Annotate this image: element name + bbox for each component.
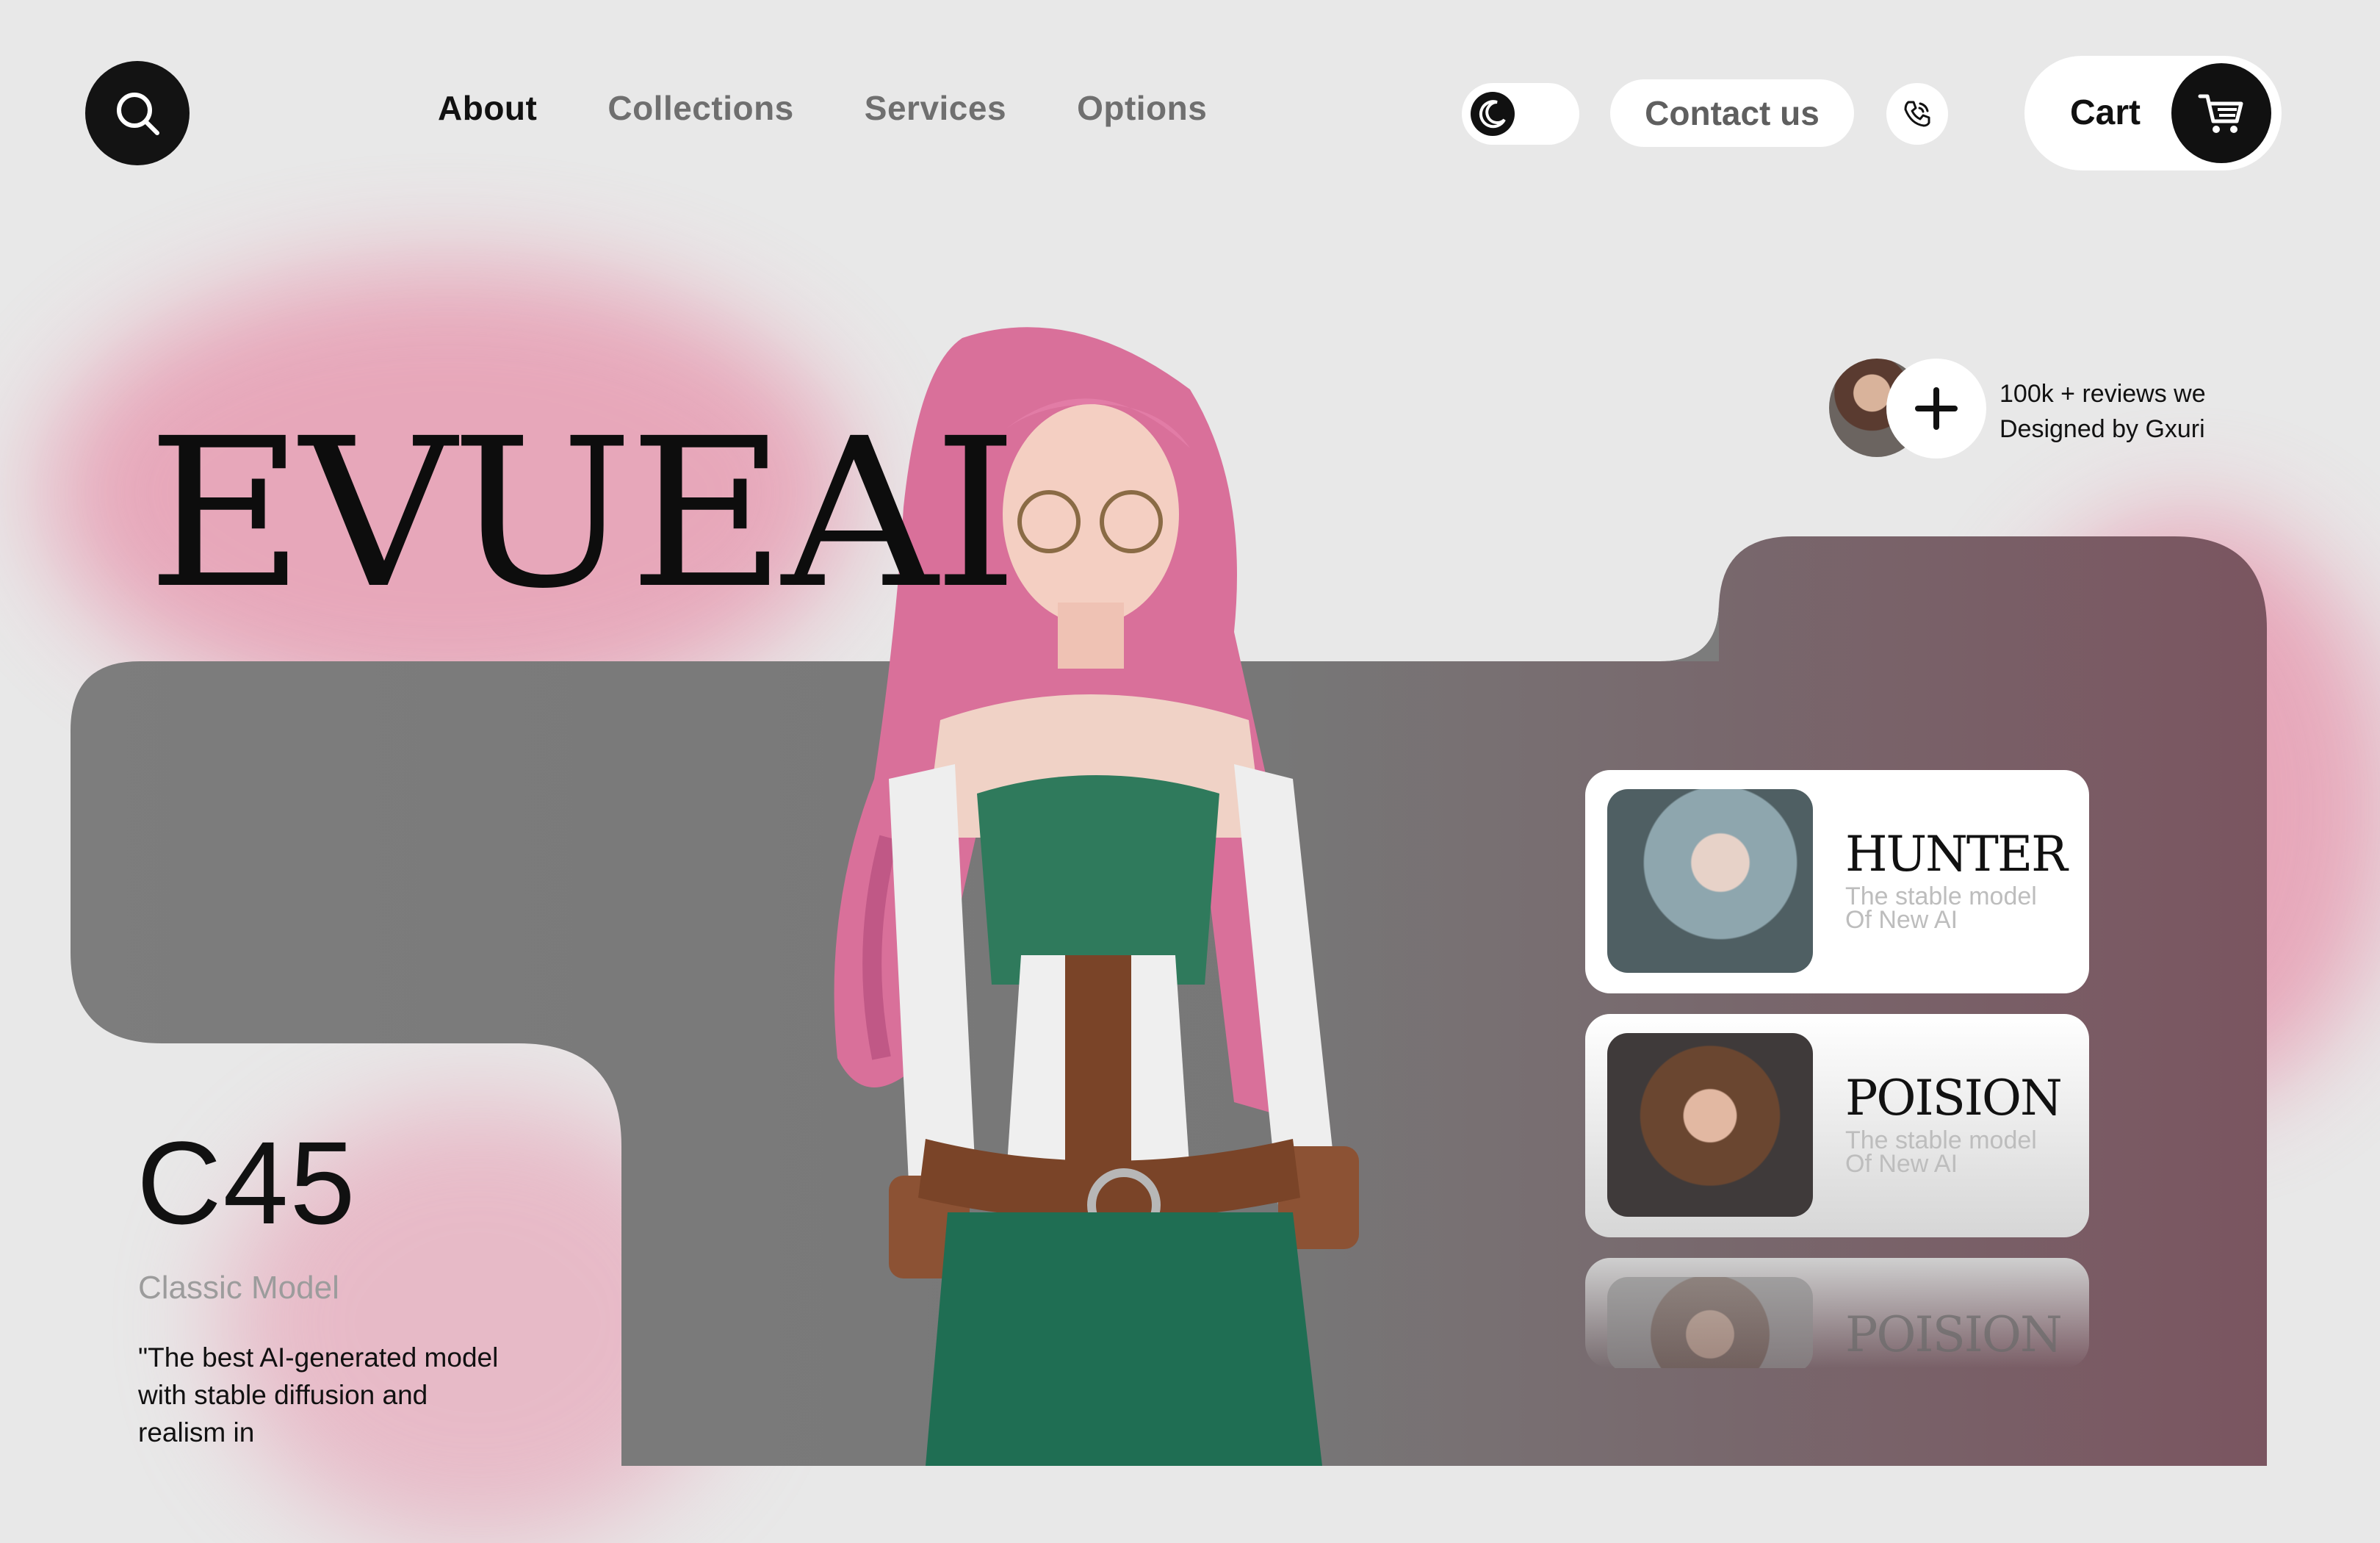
model-quote: "The best AI-generated model with stable… — [138, 1342, 499, 1447]
reviews-text: 100k + reviews we Designed by Gxuri — [1999, 376, 2249, 447]
nav-item-options[interactable]: Options — [1077, 88, 1207, 128]
moon-icon — [1479, 100, 1506, 129]
contact-us-button[interactable]: Contact us — [1610, 79, 1854, 147]
model-card-faded[interactable]: POISION — [1585, 1258, 2089, 1368]
model-type: Classic Model — [138, 1270, 339, 1306]
model-subtitle: The stable model Of New AI — [1845, 1126, 2037, 1178]
plus-icon — [1915, 387, 1958, 430]
main-nav: About Collections Services Options — [438, 88, 1207, 128]
model-card-poision[interactable]: POISION The stable model Of New AI — [1585, 1014, 2089, 1237]
nav-item-collections[interactable]: Collections — [607, 88, 793, 128]
cart-icon — [2198, 94, 2243, 133]
nav-item-services[interactable]: Services — [865, 88, 1006, 128]
model-thumbnail — [1607, 1277, 1813, 1368]
cart-label: Cart — [2070, 93, 2141, 132]
toggle-knob — [1471, 92, 1515, 136]
model-code: C45 — [137, 1117, 357, 1248]
model-card-hunter[interactable]: HUNTER The stable model Of New AI — [1585, 770, 2089, 993]
model-title: HUNTER — [1845, 826, 2068, 882]
add-review-button[interactable] — [1886, 359, 1986, 458]
reviews-line-2: Designed by Gxuri — [1999, 415, 2205, 443]
reviews-line-1: 100k + reviews we — [1999, 380, 2206, 408]
phone-icon — [1904, 101, 1930, 127]
model-title: POISION — [1845, 1306, 2063, 1363]
cart-button[interactable]: Cart — [2024, 56, 2282, 170]
search-icon — [117, 93, 159, 135]
nav-item-about[interactable]: About — [438, 88, 537, 128]
dark-mode-toggle[interactable] — [1462, 83, 1579, 145]
model-thumbnail — [1607, 789, 1813, 973]
cart-icon-wrap — [2171, 63, 2271, 163]
search-button[interactable] — [85, 61, 190, 165]
model-thumbnail — [1607, 1033, 1813, 1217]
model-subtitle: The stable model Of New AI — [1845, 882, 2037, 934]
phone-button[interactable] — [1886, 83, 1948, 145]
model-title: POISION — [1845, 1070, 2063, 1126]
brand-logo: EVUEAI — [147, 395, 1018, 634]
